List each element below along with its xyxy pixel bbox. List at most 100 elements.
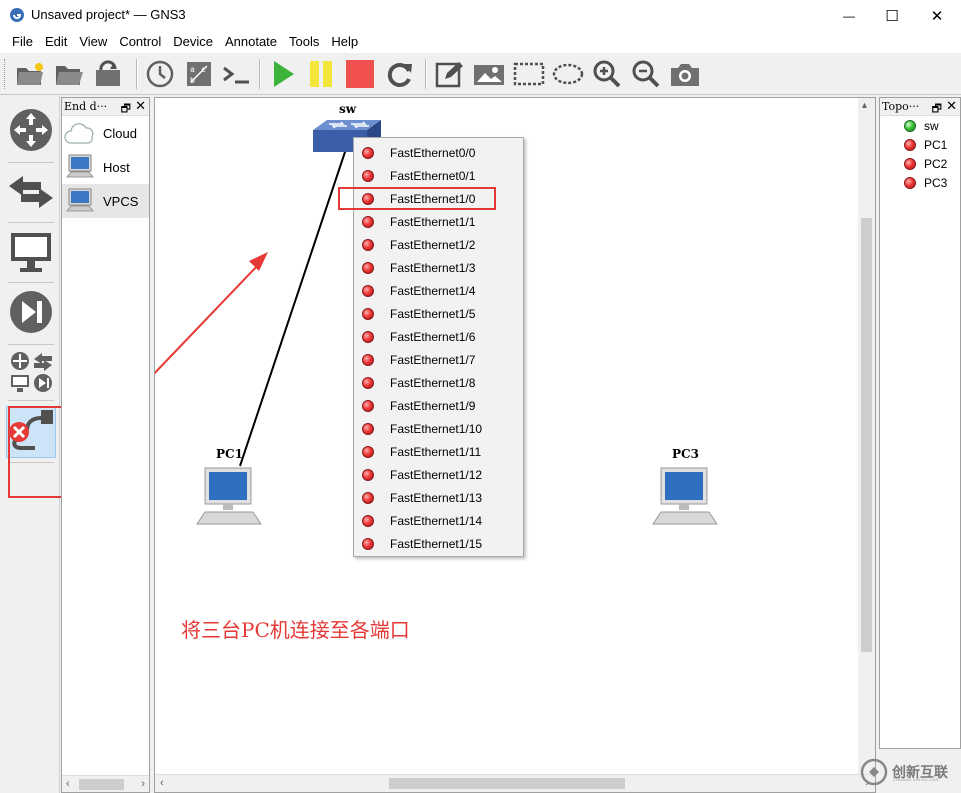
link-pc1-sw[interactable]: [239, 139, 350, 467]
dock-separator: [8, 344, 54, 345]
maximize-button[interactable]: ☐: [869, 0, 915, 31]
interface-status-icon: [362, 399, 374, 412]
scroll-left-icon[interactable]: ‹: [160, 775, 164, 792]
canvas-horizontal-scrollbar[interactable]: ‹ ›: [155, 774, 875, 792]
menu-annotate[interactable]: Annotate: [219, 31, 283, 53]
topology-item-pc2[interactable]: PC2: [880, 154, 960, 173]
interface-item-fa1-6[interactable]: FastEthernet1/6: [354, 325, 523, 348]
toolbar-grip[interactable]: [4, 59, 7, 89]
topology-item-label: PC1: [924, 137, 948, 152]
interface-status-icon: [362, 376, 374, 389]
pc-node-pc1[interactable]: [195, 466, 263, 531]
console-icon[interactable]: [221, 58, 253, 90]
interface-item-fa0-1[interactable]: FastEthernet0/1: [354, 164, 523, 187]
menu-edit[interactable]: Edit: [39, 31, 73, 53]
topology-item-label: PC3: [924, 175, 948, 190]
interface-item-fa1-13[interactable]: FastEthernet1/13: [354, 486, 523, 509]
main-toolbar: acb: [0, 53, 961, 95]
draw-rectangle-icon[interactable]: [513, 58, 545, 90]
close-button[interactable]: ✕: [914, 0, 960, 31]
node-label-pc1[interactable]: PC1: [216, 447, 243, 461]
interface-item-fa1-0[interactable]: FastEthernet1/0: [338, 187, 496, 210]
interface-item-fa1-9[interactable]: FastEthernet1/9: [354, 394, 523, 417]
interface-item-fa1-8[interactable]: FastEthernet1/8: [354, 371, 523, 394]
annotation-text: 将三台PC机连接至各端口: [181, 618, 410, 642]
device-item-label: Host: [103, 159, 130, 175]
menu-help[interactable]: Help: [325, 31, 364, 53]
interface-label: FastEthernet1/13: [390, 490, 483, 505]
scroll-up-icon[interactable]: ▴: [862, 100, 867, 111]
canvas-vertical-scrollbar[interactable]: ▴: [858, 98, 875, 776]
node-label-pc3[interactable]: PC3: [672, 447, 699, 461]
interface-status-icon: [362, 353, 374, 366]
end-devices-horizontal-scrollbar[interactable]: ‹ ›: [62, 775, 149, 792]
interface-label: FastEthernet1/2: [390, 237, 476, 252]
security-devices-icon[interactable]: [6, 286, 56, 338]
interface-item-fa1-4[interactable]: FastEthernet1/4: [354, 279, 523, 302]
close-icon: ✕: [930, 7, 944, 25]
interface-status-icon: [362, 514, 374, 527]
all-devices-icon[interactable]: [6, 346, 56, 398]
screenshot-icon[interactable]: [669, 58, 701, 90]
stop-icon[interactable]: [344, 58, 376, 90]
end-devices-panel-title: End d···: [64, 100, 108, 113]
menu-tools[interactable]: Tools: [283, 31, 325, 53]
open-project-icon[interactable]: [53, 58, 85, 90]
zoom-out-icon[interactable]: [630, 58, 662, 90]
device-item-host[interactable]: Host: [62, 150, 149, 184]
scrollbar-thumb[interactable]: [389, 778, 625, 789]
minimize-button[interactable]: —: [826, 0, 872, 31]
snapshot-clock-icon[interactable]: [144, 58, 176, 90]
interface-item-fa1-12[interactable]: FastEthernet1/12: [354, 463, 523, 486]
scroll-right-icon[interactable]: ›: [141, 776, 145, 793]
close-panel-icon[interactable]: ✕: [135, 98, 146, 116]
show-interface-labels-icon[interactable]: acb: [183, 58, 215, 90]
menu-control[interactable]: Control: [113, 31, 167, 53]
insert-picture-icon[interactable]: [473, 58, 505, 90]
switches-icon[interactable]: [6, 166, 56, 218]
interface-item-fa1-14[interactable]: FastEthernet1/14: [354, 509, 523, 532]
zoom-in-icon[interactable]: [591, 58, 623, 90]
device-item-vpcs[interactable]: VPCS: [62, 184, 149, 218]
draw-ellipse-icon[interactable]: [552, 58, 584, 90]
interface-item-fa1-7[interactable]: FastEthernet1/7: [354, 348, 523, 371]
menu-file[interactable]: File: [6, 31, 39, 53]
new-project-icon[interactable]: [14, 58, 46, 90]
menu-device[interactable]: Device: [167, 31, 219, 53]
interface-item-fa1-15[interactable]: FastEthernet1/15: [354, 532, 523, 555]
scroll-left-icon[interactable]: ‹: [66, 776, 70, 793]
scrollbar-thumb[interactable]: [79, 779, 124, 790]
start-icon[interactable]: [267, 58, 299, 90]
interface-item-fa1-3[interactable]: FastEthernet1/3: [354, 256, 523, 279]
watermark-subtext: CHUANG XIN HU LIAN: [893, 777, 939, 782]
topology-item-sw[interactable]: sw: [880, 116, 960, 135]
reload-icon[interactable]: [384, 58, 416, 90]
interface-item-fa0-0[interactable]: FastEthernet0/0: [354, 141, 523, 164]
menu-view[interactable]: View: [73, 31, 113, 53]
pc-node-pc3[interactable]: [651, 466, 719, 531]
float-panel-icon[interactable]: 🗗: [932, 100, 942, 118]
interface-status-icon: [362, 537, 374, 550]
topology-panel-header: Topo··· 🗗 ✕: [880, 98, 960, 116]
interface-item-fa1-11[interactable]: FastEthernet1/11: [354, 440, 523, 463]
interface-item-fa1-10[interactable]: FastEthernet1/10: [354, 417, 523, 440]
pause-icon[interactable]: [305, 58, 337, 90]
topology-item-pc3[interactable]: PC3: [880, 173, 960, 192]
routers-icon[interactable]: [6, 104, 56, 156]
interface-label: FastEthernet1/15: [390, 536, 483, 551]
scrollbar-thumb[interactable]: [861, 218, 872, 652]
interface-item-fa1-1[interactable]: FastEthernet1/1: [354, 210, 523, 233]
interface-item-fa1-2[interactable]: FastEthernet1/2: [354, 233, 523, 256]
interface-label: FastEthernet1/3: [390, 260, 476, 275]
save-project-icon[interactable]: [92, 58, 124, 90]
topology-item-label: PC2: [924, 156, 948, 171]
end-devices-icon[interactable]: [6, 226, 56, 278]
node-label-sw[interactable]: sw: [339, 102, 356, 116]
interface-item-fa1-5[interactable]: FastEthernet1/5: [354, 302, 523, 325]
topology-item-pc1[interactable]: PC1: [880, 135, 960, 154]
close-panel-icon[interactable]: ✕: [946, 98, 957, 116]
interface-status-icon: [362, 491, 374, 504]
device-item-cloud[interactable]: Cloud: [62, 116, 149, 150]
annotation-arrow-head: [249, 252, 268, 271]
add-note-icon[interactable]: [434, 58, 466, 90]
